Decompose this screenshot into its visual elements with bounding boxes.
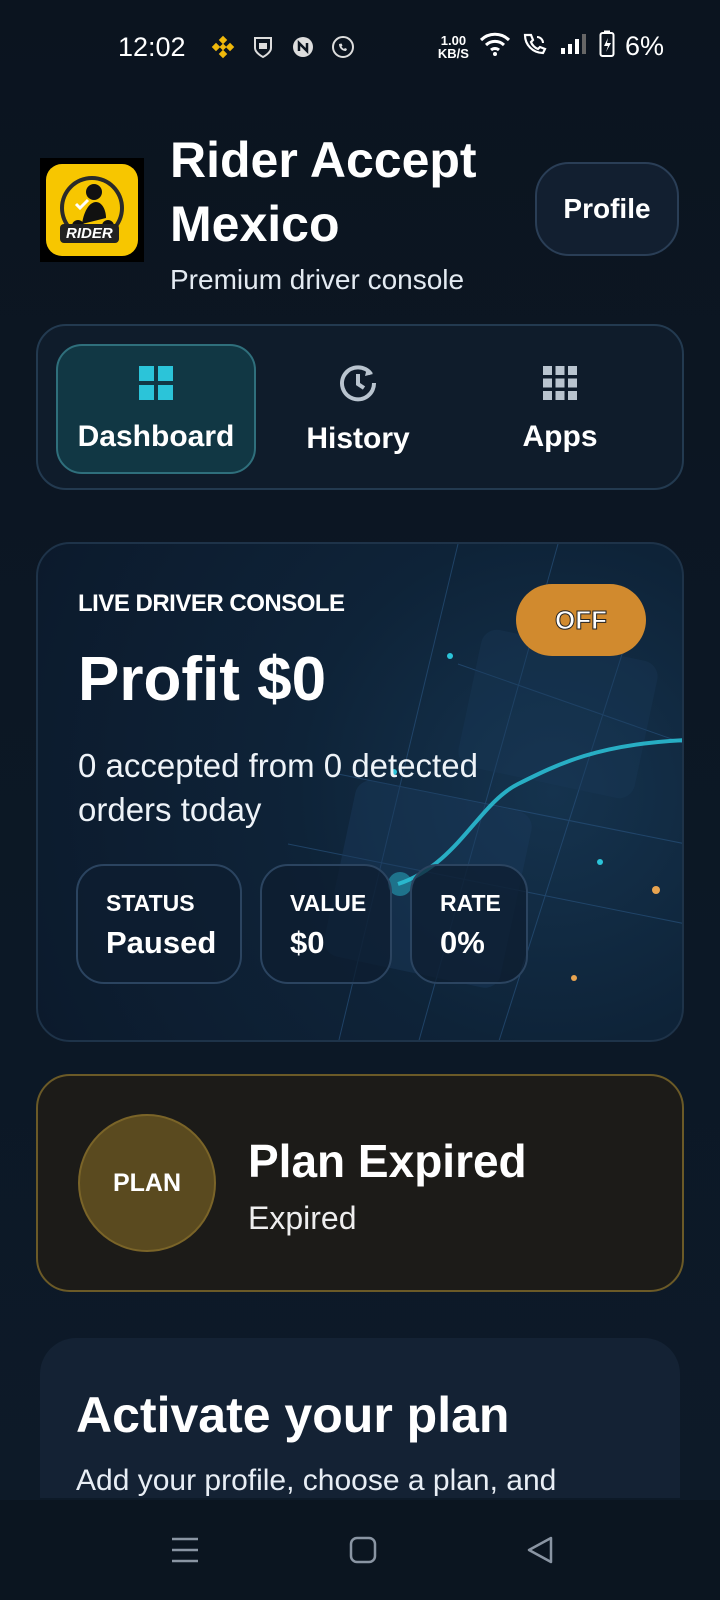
stat-status: STATUS Paused	[76, 864, 242, 984]
console-label: LIVE DRIVER CONSOLE	[78, 590, 345, 617]
profile-button[interactable]: Profile	[535, 162, 679, 256]
tab-label: History	[306, 422, 410, 455]
stat-value-card: VALUE $0	[260, 864, 392, 984]
system-navigation-bar	[0, 1500, 720, 1600]
live-console-card: LIVE DRIVER CONSOLE OFF Profit $0 0 acce…	[36, 542, 684, 1042]
wifi-call-icon	[521, 31, 549, 62]
system-indicators: 1.00 KB/S 6%	[438, 30, 664, 63]
app-logo: RIDER	[40, 158, 144, 262]
status-bar: 12:02 1.00 KB/S 6%	[0, 0, 720, 96]
plan-status: Expired	[248, 1200, 357, 1236]
stat-key: STATUS	[106, 890, 195, 916]
clock: 12:02	[118, 32, 186, 62]
back-icon[interactable]	[520, 1530, 560, 1570]
app-logo-icon	[290, 34, 316, 60]
plan-title: Plan Expired	[248, 1135, 527, 1187]
binance-icon	[210, 34, 236, 60]
orders-summary: 0 accepted from 0 detected orders today	[78, 747, 478, 828]
stat-key: VALUE	[290, 890, 367, 916]
signal-icon	[559, 32, 589, 61]
rider-logo-icon: RIDER	[46, 164, 138, 256]
dashboard-icon	[137, 364, 175, 410]
wifi-icon	[479, 31, 511, 62]
profit-value: Profit $0	[78, 645, 327, 714]
battery-percent: 6%	[624, 31, 664, 61]
tab-label: Dashboard	[77, 420, 235, 453]
plan-badge: PLAN	[78, 1114, 216, 1252]
activate-plan-card: Activate your plan Add your profile, cho…	[40, 1338, 680, 1498]
battery-icon	[599, 30, 615, 63]
tab-dashboard[interactable]: Dashboard	[56, 344, 256, 474]
tab-apps[interactable]: Apps	[460, 344, 660, 474]
main-tab-bar: Dashboard History Apps	[36, 324, 684, 490]
activate-title: Activate your plan	[76, 1387, 510, 1443]
notification-icons	[210, 34, 356, 60]
logo-text: RIDER	[60, 224, 119, 243]
apps-grid-icon	[541, 364, 579, 410]
app-subtitle: Premium driver console	[170, 264, 465, 295]
home-icon[interactable]	[343, 1530, 383, 1570]
activate-description: Add your profile, choose a plan, and	[76, 1464, 557, 1497]
stat-value: 0%	[440, 925, 485, 960]
whatsapp-icon	[330, 34, 356, 60]
menu-icon[interactable]	[165, 1530, 205, 1570]
history-icon	[337, 362, 379, 412]
shield-badge-icon	[250, 34, 276, 60]
plan-card[interactable]: PLAN Plan Expired Expired	[36, 1074, 684, 1292]
tab-history[interactable]: History	[258, 344, 458, 474]
stat-rate: RATE 0%	[410, 864, 528, 984]
power-toggle-button[interactable]: OFF	[516, 584, 646, 656]
app-title: Rider Accept Mexico	[170, 132, 477, 252]
stat-key: RATE	[440, 890, 501, 916]
tab-label: Apps	[522, 420, 598, 453]
stat-value: Paused	[106, 925, 217, 960]
stat-value: $0	[290, 925, 325, 960]
network-speed: 1.00 KB/S	[437, 32, 469, 61]
